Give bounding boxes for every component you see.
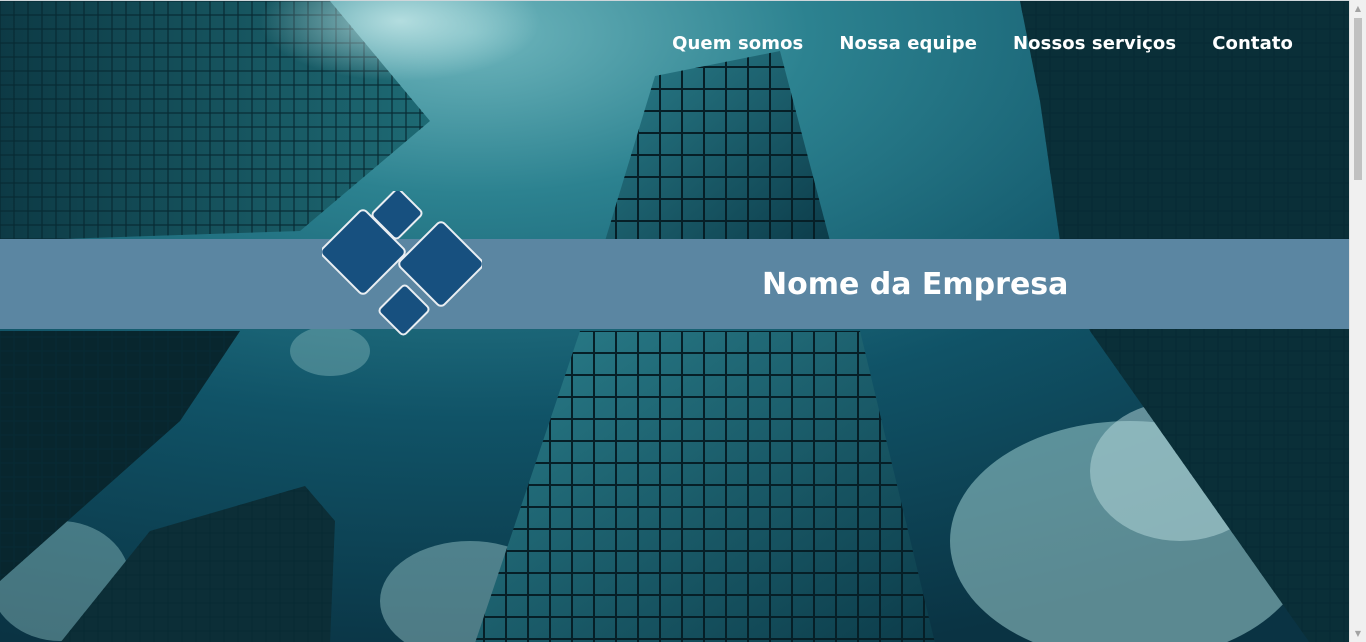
nav-link-nossa-equipe[interactable]: Nossa equipe (839, 33, 977, 54)
main-nav: Quem somos Nossa equipe Nossos serviços … (672, 33, 1293, 54)
nav-link-contato[interactable]: Contato (1212, 33, 1293, 54)
page-viewport: Quem somos Nossa equipe Nossos serviços … (0, 0, 1349, 642)
company-name-heading: Nome da Empresa (762, 267, 1069, 302)
nav-link-nossos-servicos[interactable]: Nossos serviços (1013, 33, 1176, 54)
vertical-scrollbar[interactable]: ▲ ▼ (1349, 0, 1366, 642)
scroll-down-icon[interactable]: ▼ (1350, 625, 1366, 642)
company-logo-icon (322, 191, 482, 336)
nav-link-quem-somos[interactable]: Quem somos (672, 33, 803, 54)
scrollbar-thumb[interactable] (1354, 18, 1362, 180)
scroll-up-icon[interactable]: ▲ (1350, 0, 1366, 17)
company-banner (0, 239, 1349, 329)
